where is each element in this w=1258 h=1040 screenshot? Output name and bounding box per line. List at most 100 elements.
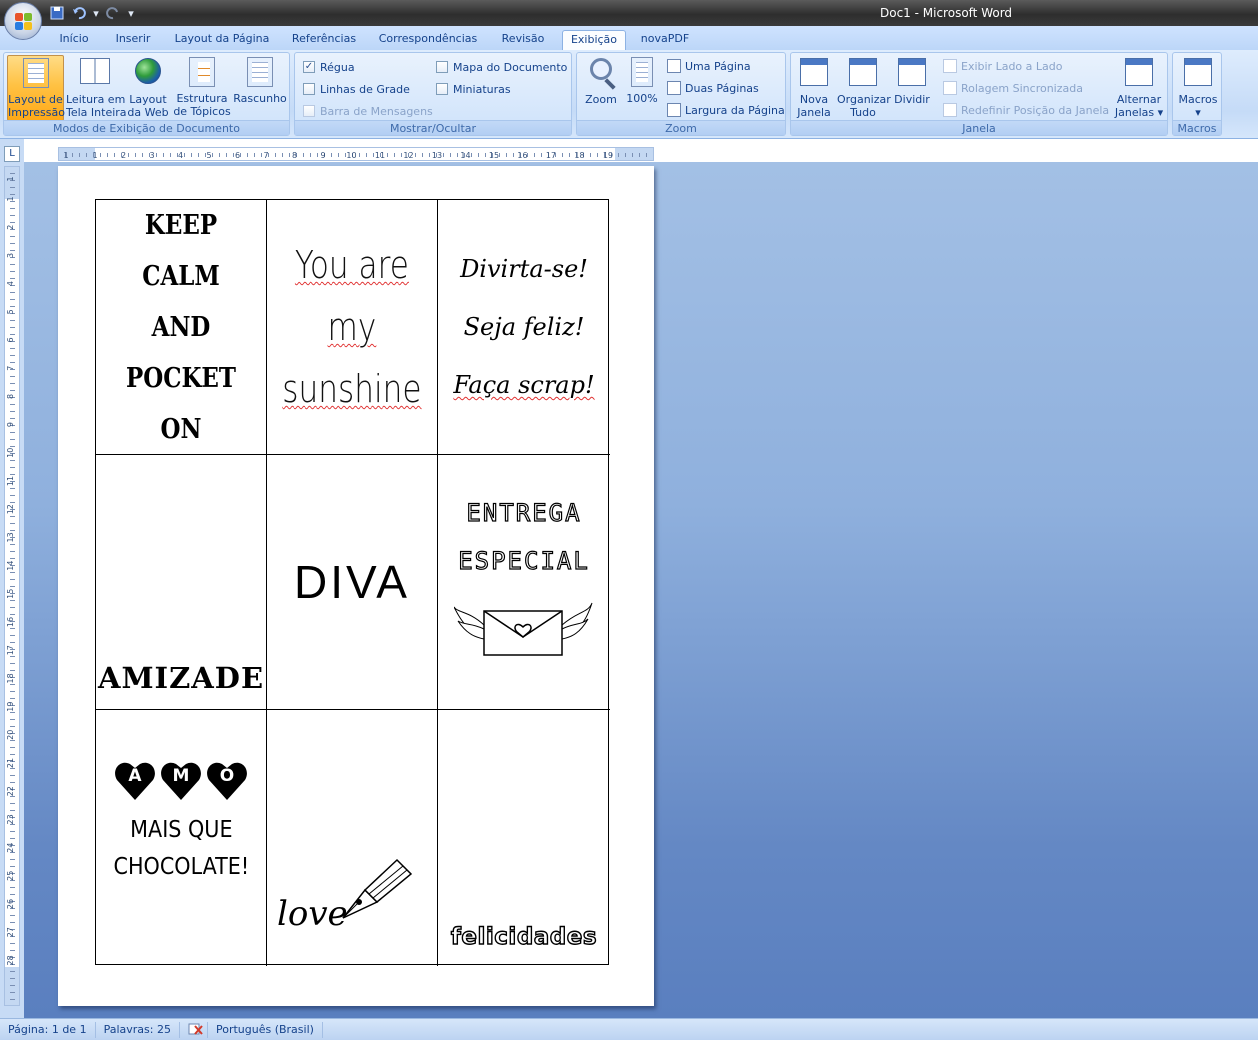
undo-icon[interactable] [70,5,88,21]
horizontal-ruler[interactable]: 1 1 2 3 4 5 6 7 8 9 10 11 12 13 14 15 16 17 18 19 [58,147,654,161]
faca-scrap-line: Faça scrap! [453,371,595,399]
title-bar: ▾ ▾ Doc1 - Microsoft Word [0,0,1258,26]
and-line: AND [151,311,211,343]
winged-envelope-icon [454,602,593,656]
hearts-row: A M O [114,760,248,802]
table-cell-divirta-se[interactable]: Divirta-se! Seja feliz! Faça scrap! [438,200,610,455]
redo-icon[interactable] [104,5,122,21]
macros-button[interactable]: Macros ▾ [1175,55,1221,121]
calm-line: CALM [142,260,220,292]
language-indicator[interactable]: Português (Brasil) [208,1021,323,1038]
felicidades-text: felicidades [450,923,598,950]
message-bar-checkbox-row: Barra de Mensagens [303,103,433,119]
chevron-down-icon[interactable]: ▾ [126,5,136,21]
diva-text: DIVA [294,556,410,608]
draft-icon [247,57,273,87]
ruler-number: 3 [149,151,154,160]
new-window-button[interactable]: Nova Janela [793,55,835,121]
ruler-number: 1 [92,151,97,160]
table-cell-felicidades[interactable]: felicidades [438,710,610,966]
tab-exibicao[interactable]: Exibição [562,30,626,50]
my-line: my [327,305,377,349]
draft-button[interactable]: Rascunho [232,55,288,121]
pocket-on-line: POCKET ON [125,362,237,445]
ruler-number: 23 [6,814,15,824]
arrange-all-button[interactable]: Organizar Tudo [837,55,891,121]
chocolate-line: CHOCOLATE! [113,854,249,880]
table-cell-love[interactable]: love [267,710,438,966]
tab-selector[interactable]: L [4,146,20,162]
one-page-icon [667,59,681,73]
group-label-macros: Macros [1173,120,1221,135]
ruler-number: 26 [6,899,15,909]
heart-icon: M [160,760,202,802]
mais-que-line: MAIS QUE [129,817,233,843]
document-map-checkbox-row[interactable]: Mapa do Documento [436,59,567,75]
web-layout-button[interactable]: Layout da Web [126,55,170,121]
ruler-number: 17 [546,151,556,160]
globe-icon [135,58,161,84]
tab-inserir[interactable]: Inserir [108,30,158,50]
ruler-number: 4 [178,151,183,160]
full-screen-reading-button[interactable]: Leitura em Tela Inteira [66,55,127,121]
gridlines-checkbox[interactable] [303,83,315,95]
document-page[interactable]: KEEP CALM AND POCKET ON You are my sunsh… [58,166,654,1006]
table-cell-keep-calm[interactable]: KEEP CALM AND POCKET ON [96,200,267,455]
table-cell-sunshine[interactable]: You are my sunshine [267,200,438,455]
tab-layout-da-pagina[interactable]: Layout da Página [168,30,276,50]
thumbnails-checkbox[interactable] [436,83,448,95]
gridlines-checkbox-row[interactable]: Linhas de Grade [303,81,410,97]
ruler-number: 2 [6,225,15,230]
ruler-number: 28 [6,955,15,965]
thumbnails-checkbox-row[interactable]: Miniaturas [436,81,511,97]
table-cell-amo-chocolate[interactable]: A M O MAIS QUE CHOCOLATE! [96,710,267,966]
ruler-number: 10 [6,448,15,458]
ruler-number: 1 [6,176,15,181]
undo-dropdown-icon[interactable]: ▾ [92,5,100,21]
window-title: Doc1 - Microsoft Word [880,6,1013,20]
ruler-number: 8 [292,151,297,160]
book-icon [80,58,110,84]
vertical-ruler[interactable]: 1 1 2 3 4 5 6 7 8 9 10 11 12 13 14 15 16 17 18 19 20 21 22 23 24… [4,166,20,1006]
table-cell-amizade[interactable]: AMIZADE [96,455,267,710]
tab-correspondencias[interactable]: Correspondências [372,30,484,50]
reset-position-icon [943,103,957,117]
sunshine-line: sunshine [282,367,422,411]
one-page-button[interactable]: Uma Página [667,57,751,75]
table-cell-diva[interactable]: DIVA [267,455,438,710]
ruler-number: 16 [517,151,527,160]
ruler-number: 18 [6,673,15,683]
word-count[interactable]: Palavras: 25 [96,1021,180,1038]
zoom-button[interactable]: Zoom [581,55,621,121]
ruler-checkbox[interactable]: ✓ [303,61,315,73]
save-icon[interactable] [48,5,66,21]
office-button[interactable] [4,2,42,40]
seja-feliz-line: Seja feliz! [463,313,585,341]
print-layout-button[interactable]: Layout de Impressão [7,55,65,121]
page-width-button[interactable]: Largura da Página [667,101,785,119]
ruler-number: 11 [375,151,385,160]
fountain-pen-icon [342,858,413,919]
table-cell-entrega-especial[interactable]: ENTREGA ESPECIAL [438,455,610,710]
ruler-number: 9 [6,422,15,427]
ruler-number: 13 [6,532,15,542]
tab-novapdf[interactable]: novaPDF [634,30,696,50]
ruler-number: 6 [235,151,240,160]
tab-revisao[interactable]: Revisão [494,30,552,50]
ruler-number: 14 [6,561,15,571]
switch-windows-button[interactable]: Alternar Janelas ▾ [1113,55,1165,121]
outline-button[interactable]: Estrutura de Tópicos [172,55,232,121]
macros-icon [1184,58,1212,86]
tab-referencias[interactable]: Referências [286,30,362,50]
ruler-number: 20 [6,730,15,740]
view-side-by-side-button: Exibir Lado a Lado [943,57,1062,75]
split-button[interactable]: Dividir [891,55,933,121]
entrega-line: ENTREGA [466,498,582,527]
document-map-checkbox[interactable] [436,61,448,73]
spellcheck-icon[interactable] [180,1021,208,1038]
two-pages-button[interactable]: Duas Páginas [667,79,759,97]
tab-inicio[interactable]: Início [52,30,96,50]
ruler-checkbox-row[interactable]: ✓ Régua [303,59,355,75]
page-count[interactable]: Página: 1 de 1 [0,1021,96,1038]
zoom-100-button[interactable]: 100% [623,55,661,121]
